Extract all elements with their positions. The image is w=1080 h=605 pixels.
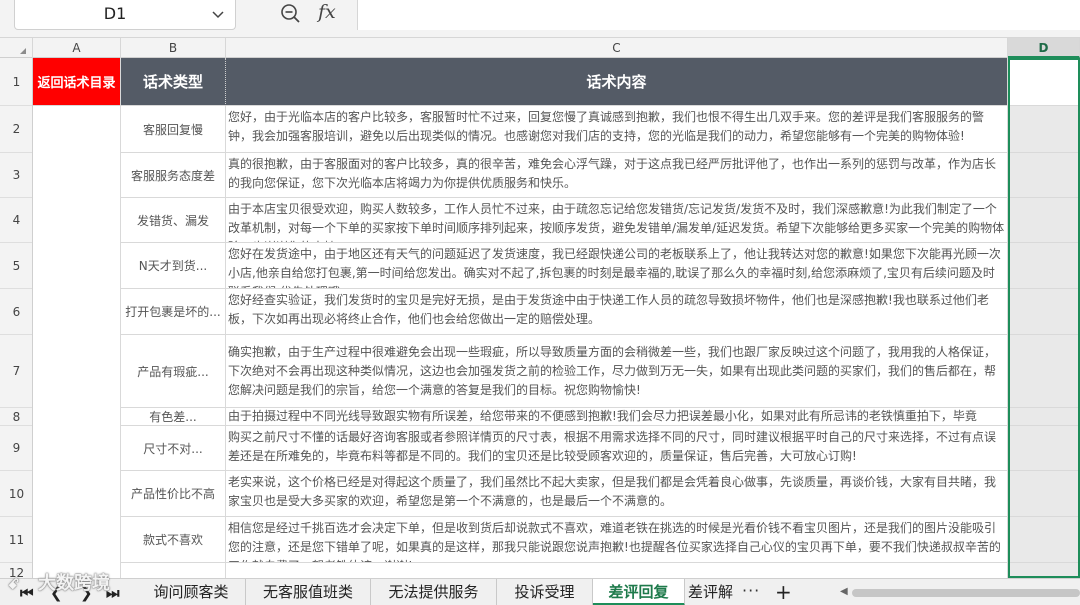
cell-d[interactable]: [1008, 517, 1080, 563]
header-content[interactable]: 话术内容: [226, 58, 1008, 106]
column-header-a[interactable]: A: [33, 38, 121, 58]
sheet-tab-active[interactable]: 差评回复: [593, 579, 685, 605]
row-header-7[interactable]: 7: [0, 335, 32, 408]
name-box[interactable]: D1: [14, 0, 236, 30]
scroll-left-icon[interactable]: ◀: [840, 586, 848, 597]
cell-d[interactable]: [1008, 243, 1080, 289]
row-header-8[interactable]: 8: [0, 408, 32, 426]
chevron-down-icon[interactable]: [211, 8, 225, 22]
content-cell[interactable]: 您好，由于光临本店的客户比较多，客服暂时忙不过来，回复您慢了真诚感到抱歉，我们也…: [226, 106, 1008, 153]
cell-d[interactable]: [1008, 289, 1080, 335]
type-cell[interactable]: 尺寸不对...: [121, 426, 226, 471]
content-cell[interactable]: 由于拍摄过程中不同光线导致跟实物有所误差，给您带来的不便感到抱歉!我们会尽力把误…: [226, 408, 1008, 426]
type-cell[interactable]: 款式不喜欢: [121, 517, 226, 563]
type-cell[interactable]: N天才到货...: [121, 243, 226, 289]
sheet-tab[interactable]: 投诉受理: [497, 579, 593, 605]
column-header-bar: A B C D: [0, 38, 1080, 58]
first-sheet-icon[interactable]: ⏮: [20, 584, 34, 602]
content-cell[interactable]: 确实抱歉，由于生产过程中很难避免会出现一些瑕疵，所以导致质量方面的会稍微差一些，…: [226, 335, 1008, 408]
column-header-b[interactable]: B: [121, 38, 226, 58]
row-header-10[interactable]: 10: [0, 471, 32, 517]
type-cell[interactable]: 打开包裹是坏的...: [121, 289, 226, 335]
sheet-tab[interactable]: 差评解: [685, 579, 733, 605]
row-header-1[interactable]: 1: [0, 58, 32, 106]
back-to-catalog-link[interactable]: 返回话术目录: [33, 58, 121, 106]
prev-sheet-icon[interactable]: ❮: [50, 584, 63, 602]
cell-d[interactable]: [1008, 106, 1080, 153]
cell-d1[interactable]: [1008, 58, 1080, 106]
sheet-tab[interactable]: 无客服值班类: [246, 579, 371, 605]
cell-b12[interactable]: [121, 563, 226, 578]
formula-input[interactable]: [357, 0, 1080, 30]
name-box-value[interactable]: D1: [15, 4, 215, 23]
row-header-9[interactable]: 9: [0, 426, 32, 471]
row-header-bar: 1 2 3 4 5 6 7 8 9 10 11 12: [0, 58, 33, 578]
more-sheets-icon[interactable]: ···: [742, 581, 760, 600]
select-all-corner[interactable]: [0, 38, 33, 58]
column-header-c[interactable]: C: [226, 38, 1008, 58]
spreadsheet-window: D1 fx A B C D 1 2 3 4 5 6 7 8 9 10 11 12: [0, 0, 1080, 605]
cell-d[interactable]: [1008, 198, 1080, 243]
content-cell[interactable]: 您好经查实验证，我们发货时的宝贝是完好无损，是由于发货途中由于快递工作人员的疏忽…: [226, 289, 1008, 335]
horizontal-scrollbar[interactable]: ◀: [830, 586, 1080, 599]
type-cell[interactable]: 发错货、漏发: [121, 198, 226, 243]
cell-grid: 返回话术目录 话术类型 话术内容 客服回复慢 您好，由于光临本店的客户比较多，客…: [33, 58, 1080, 578]
cell-d[interactable]: [1008, 408, 1080, 426]
content-cell[interactable]: 由于本店宝贝很受欢迎，购买人数较多，工作人员忙不过来，由于疏忽忘记给您发错货/忘…: [226, 198, 1008, 243]
header-type[interactable]: 话术类型: [121, 58, 226, 106]
cell-d12[interactable]: [1008, 563, 1080, 578]
sheet-tab[interactable]: 无法提供服务: [371, 579, 497, 605]
next-sheet-icon[interactable]: ❯: [80, 584, 93, 602]
type-cell[interactable]: 产品性价比不高: [121, 471, 226, 517]
cell-a-body[interactable]: [33, 106, 121, 578]
scrollbar-thumb[interactable]: [852, 589, 1080, 597]
row-header-3[interactable]: 3: [0, 153, 32, 198]
cell-c12[interactable]: [226, 563, 1008, 578]
content-cell[interactable]: 您好在发货途中，由于地区还有天气的问题延迟了发货速度，我已经跟快递公司的老板联系…: [226, 243, 1008, 289]
last-sheet-icon[interactable]: ⏭: [106, 584, 120, 602]
row-header-12[interactable]: 12: [0, 563, 32, 579]
add-sheet-icon[interactable]: +: [775, 580, 792, 604]
row-header-6[interactable]: 6: [0, 289, 32, 335]
type-cell[interactable]: 客服服务态度差: [121, 153, 226, 198]
cell-d[interactable]: [1008, 426, 1080, 471]
row-header-4[interactable]: 4: [0, 198, 32, 243]
cell-d[interactable]: [1008, 335, 1080, 408]
column-header-d[interactable]: D: [1008, 38, 1080, 58]
formula-bar: D1 fx: [0, 0, 1080, 38]
content-cell[interactable]: 相信您是经过千挑百选才会决定下单，但是收到货后却说款式不喜欢，难道老铁在挑选的时…: [226, 517, 1008, 563]
row-header-11[interactable]: 11: [0, 517, 32, 563]
type-cell[interactable]: 产品有瑕疵...: [121, 335, 226, 408]
zoom-out-icon[interactable]: [279, 2, 301, 24]
cell-d[interactable]: [1008, 471, 1080, 517]
insert-function-button[interactable]: fx: [318, 1, 336, 23]
sheet-tab[interactable]: 询问顾客类: [137, 579, 246, 605]
type-cell[interactable]: 客服回复慢: [121, 106, 226, 153]
cell-d[interactable]: [1008, 153, 1080, 198]
content-cell[interactable]: 购买之前尺寸不懂的话最好咨询客服或者参照详情页的尺寸表，根据不用需求选择不同的尺…: [226, 426, 1008, 471]
row-header-2[interactable]: 2: [0, 106, 32, 153]
content-cell[interactable]: 老实来说，这个价格已经是对得起这个质量了，我们虽然比不起大卖家，但是我们都是会凭…: [226, 471, 1008, 517]
sheet-tab-bar: ⏮ ❮ ❯ ⏭ 询问顾客类 无客服值班类 无法提供服务 投诉受理 差评回复 差评…: [0, 578, 1080, 605]
content-cell[interactable]: 真的很抱歉，由于客服面对的客户比较多，真的很辛苦，难免会心浮气躁，对于这点我已经…: [226, 153, 1008, 198]
type-cell[interactable]: 有色差...: [121, 408, 226, 426]
row-header-5[interactable]: 5: [0, 243, 32, 289]
